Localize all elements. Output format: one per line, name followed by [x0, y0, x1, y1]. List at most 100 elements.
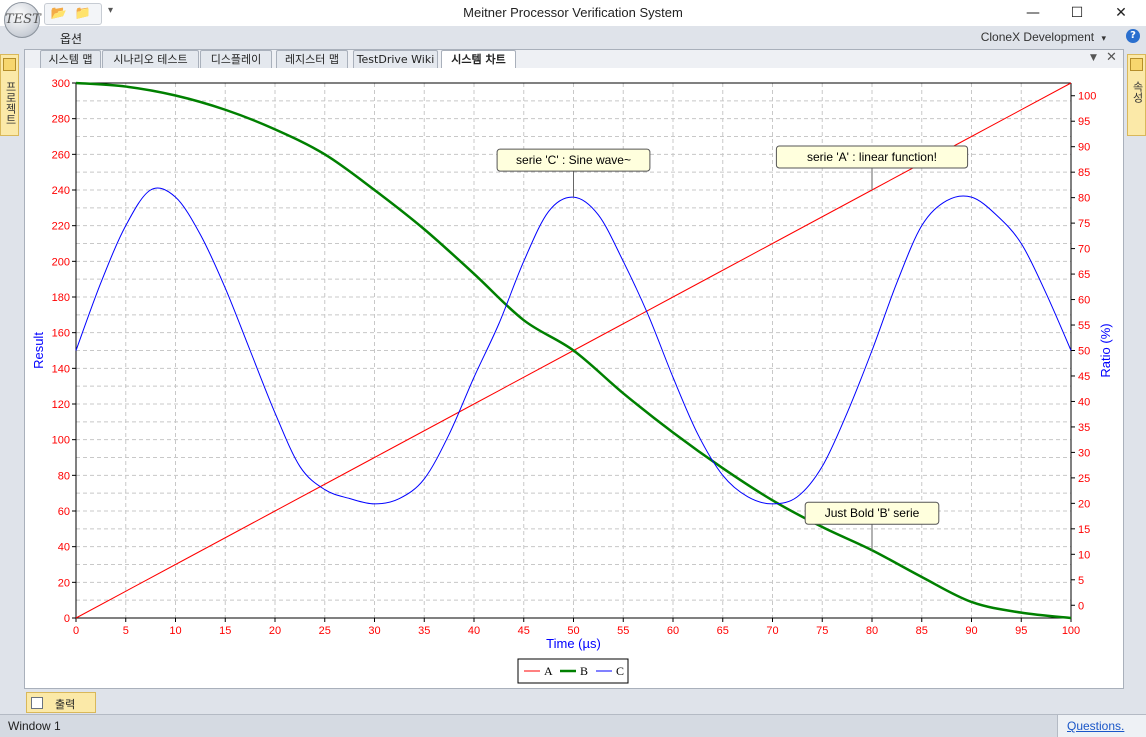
- y2-tick-label: 80: [1078, 193, 1090, 205]
- maximize-button[interactable]: ☐: [1054, 0, 1100, 26]
- y2-tick-label: 40: [1078, 396, 1090, 408]
- annotation-label: serie 'A' : linear function!: [807, 150, 937, 164]
- close-button[interactable]: ✕: [1098, 0, 1144, 26]
- x-tick-label: 30: [368, 625, 380, 637]
- tab-display[interactable]: 디스플레이: [200, 50, 272, 68]
- tab-list-icon[interactable]: ▼: [1090, 53, 1097, 63]
- annotation-label: serie 'C' : Sine wave~: [516, 153, 631, 167]
- x-tick-label: 40: [468, 625, 480, 637]
- window-title: Meitner Processor Verification System: [463, 5, 683, 20]
- tab-scenario-test[interactable]: 시나리오 테스트: [102, 50, 199, 68]
- chart-panel: 0 5 10 15 20 25 30 35 40 45 50 55 60 65 70 75 80 85 90 95 10…: [25, 68, 1123, 688]
- y2-tick-label: 10: [1078, 549, 1090, 561]
- annotation-label: Just Bold 'B' serie: [825, 506, 920, 520]
- y-tick-label: 140: [52, 363, 70, 375]
- x-axis-title: Time (µs): [546, 636, 601, 651]
- output-tab[interactable]: 출력: [26, 692, 96, 713]
- y2-tick-label: 60: [1078, 295, 1090, 307]
- tab-system-chart[interactable]: 시스템 차트: [441, 50, 516, 68]
- help-icon[interactable]: ?: [1126, 29, 1140, 43]
- y2-tick-label: 25: [1078, 473, 1090, 485]
- y-tick-label: 0: [64, 613, 70, 625]
- x-tick-label: 35: [418, 625, 430, 637]
- y2-tick-label: 90: [1078, 142, 1090, 154]
- y2-tick-label: 55: [1078, 320, 1090, 332]
- output-icon: [31, 697, 43, 709]
- y2-tick-label: 5: [1078, 575, 1084, 587]
- output-tab-label: 출력: [55, 698, 76, 711]
- y2-tick-label: 50: [1078, 346, 1090, 358]
- x-tick-label: 60: [667, 625, 679, 637]
- y2-tick-label: 100: [1078, 91, 1096, 103]
- y2-tick-label: 35: [1078, 422, 1090, 434]
- x-tick-label: 100: [1062, 625, 1080, 637]
- system-chart[interactable]: 0 5 10 15 20 25 30 35 40 45 50 55 60 65 70 75 80 85 90 95 10…: [25, 68, 1123, 688]
- y-tick-label: 260: [52, 149, 70, 161]
- app-logo[interactable]: TEST: [4, 2, 41, 38]
- y-tick-label: 20: [58, 577, 70, 589]
- x-tick-label: 65: [717, 625, 729, 637]
- tab-close-icon[interactable]: ✕: [1106, 50, 1117, 65]
- x-tick-label: 15: [219, 625, 231, 637]
- profile-label: CloneX Development: [980, 30, 1095, 44]
- y-tick-label: 100: [52, 435, 70, 447]
- side-tab-properties[interactable]: 속성: [1127, 54, 1146, 136]
- y2-tick-label: 65: [1078, 269, 1090, 281]
- x-tick-label: 5: [123, 625, 129, 637]
- y-tick-label: 160: [52, 328, 70, 340]
- status-bar: Window 1 Questions.: [0, 714, 1146, 737]
- status-window-label: Window 1: [8, 719, 61, 733]
- x-tick-label: 25: [319, 625, 331, 637]
- legend-label-b: B: [580, 664, 588, 678]
- x-tick-label: 45: [518, 625, 530, 637]
- y-tick-label: 40: [58, 542, 70, 554]
- x-tick-label: 70: [766, 625, 778, 637]
- y-tick-label: 240: [52, 185, 70, 197]
- x-tick-label: 20: [269, 625, 281, 637]
- y2-tick-label: 85: [1078, 167, 1090, 179]
- y-axis-title: Result: [31, 332, 46, 369]
- y2-axis-title: Ratio (%): [1098, 323, 1113, 377]
- project-icon: [3, 58, 16, 71]
- questions-link[interactable]: Questions.: [1067, 719, 1124, 733]
- y-tick-label: 200: [52, 256, 70, 268]
- y2-tick-label: 15: [1078, 524, 1090, 536]
- y-tick-label: 120: [52, 399, 70, 411]
- properties-icon: [1130, 58, 1143, 71]
- legend-label-c: C: [616, 664, 624, 678]
- x-tick-label: 95: [1015, 625, 1027, 637]
- minimize-button[interactable]: —: [1010, 0, 1056, 26]
- x-tick-label: 55: [617, 625, 629, 637]
- tab-system-map[interactable]: 시스템 맵: [40, 50, 101, 68]
- y-tick-label: 60: [58, 506, 70, 518]
- profile-dropdown[interactable]: CloneX Development ▾: [981, 30, 1106, 44]
- side-tab-project[interactable]: 프로젝트: [0, 54, 19, 136]
- x-tick-label: 80: [866, 625, 878, 637]
- x-tick-label: 90: [965, 625, 977, 637]
- y-tick-label: 220: [52, 221, 70, 233]
- y-tick-label: 80: [58, 470, 70, 482]
- y2-tick-label: 30: [1078, 447, 1090, 459]
- x-tick-label: 10: [169, 625, 181, 637]
- legend-label-a: A: [544, 664, 553, 678]
- y2-tick-label: 45: [1078, 371, 1090, 383]
- x-tick-label: 0: [73, 625, 79, 637]
- y2-tick-label: 70: [1078, 244, 1090, 256]
- chevron-down-icon: ▾: [1101, 33, 1106, 43]
- y-tick-label: 180: [52, 292, 70, 304]
- y2-tick-label: 0: [1078, 600, 1084, 612]
- tab-testdrive-wiki[interactable]: TestDrive Wiki: [353, 50, 438, 68]
- y2-tick-label: 75: [1078, 218, 1090, 230]
- tab-register-map[interactable]: 레지스터 맵: [276, 50, 348, 68]
- status-right-pane: Questions.: [1057, 715, 1146, 737]
- x-tick-label: 85: [916, 625, 928, 637]
- side-tab-properties-label: 속성: [1131, 81, 1144, 103]
- y2-tick-label: 95: [1078, 116, 1090, 128]
- x-tick-label: 75: [816, 625, 828, 637]
- menu-bar: 옵션 CloneX Development ▾ ?: [0, 26, 1146, 48]
- y2-tick-label: 20: [1078, 498, 1090, 510]
- y-tick-label: 280: [52, 114, 70, 126]
- side-tab-project-label: 프로젝트: [4, 81, 17, 125]
- menu-options[interactable]: 옵션: [60, 30, 82, 47]
- y-tick-label: 300: [52, 78, 70, 90]
